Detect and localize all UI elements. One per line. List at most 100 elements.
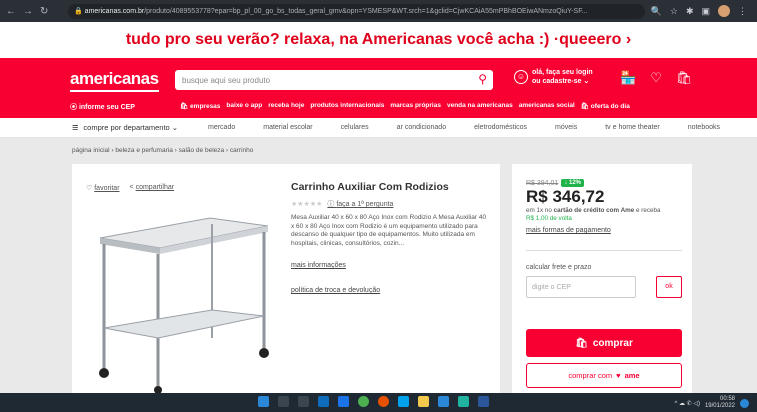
header-links: 🛍 empresas baixe o app receba hoje produ… — [180, 102, 630, 110]
star-icon[interactable]: ☆ — [670, 6, 678, 17]
category-bar: ≡ compre por departamento ⌄ mercado mater… — [0, 118, 757, 138]
avatar[interactable] — [718, 5, 730, 17]
cat-item[interactable]: móveis — [555, 124, 577, 131]
extension-icon[interactable]: ✱ — [686, 6, 694, 17]
link-social[interactable]: americanas social — [519, 102, 575, 110]
cond-text2: e receba — [634, 207, 661, 214]
rating: ★★★★★ ⓘ faça a 1ª pergunta — [291, 199, 393, 209]
ame-brand: ame — [624, 371, 640, 380]
search-placeholder: busque aqui seu produto — [182, 75, 271, 85]
browser-nav: ← → ↻ — [0, 6, 68, 17]
buy-button[interactable]: 🛍 comprar — [526, 329, 682, 357]
notification-icon[interactable] — [740, 398, 749, 408]
cep-ok-button[interactable]: ok — [656, 276, 682, 298]
app-icon[interactable] — [338, 396, 349, 407]
more-info-link[interactable]: mais informações — [291, 262, 346, 269]
star-icon: ★★★★★ — [291, 201, 323, 208]
clock[interactable]: 00:58 19/01/2022 — [705, 396, 735, 410]
product-title: Carrinho Auxiliar Com Rodizios — [291, 181, 449, 193]
time: 00:58 — [719, 396, 735, 402]
cat-item[interactable]: eletrodomésticos — [474, 124, 527, 131]
cashback: R$ 1,00 de volta — [526, 214, 572, 222]
heart-icon: ♥ — [616, 371, 621, 380]
forward-icon[interactable]: → — [23, 6, 33, 17]
system-tray: ^ ☁ ✆ ◁) 00:58 19/01/2022 — [675, 396, 749, 410]
search-input[interactable]: busque aqui seu produto ⚲ — [175, 70, 493, 90]
breadcrumb[interactable]: página inicial › beleza e perfumaria › s… — [72, 147, 253, 154]
store-icon[interactable]: 🏪 — [620, 70, 636, 86]
cat-item[interactable]: notebooks — [688, 124, 720, 131]
tray-icons[interactable]: ^ ☁ ✆ ◁) — [675, 400, 700, 407]
product-image[interactable] — [90, 198, 280, 394]
link-internacionais[interactable]: produtos internacionais — [310, 102, 384, 110]
login-line1: olá, faça seu login — [532, 69, 593, 76]
promo-link[interactable]: queeero › — [559, 31, 631, 49]
app-icon[interactable] — [478, 396, 489, 407]
folder-icon[interactable] — [418, 396, 429, 407]
header-icons: 🏪 ♡ 🛍 — [620, 70, 692, 86]
cat-item[interactable]: ar condicionado — [397, 124, 446, 131]
chrome-icon[interactable] — [358, 396, 369, 407]
app-icon[interactable] — [398, 396, 409, 407]
department-menu[interactable]: ≡ compre por departamento ⌄ — [72, 121, 179, 134]
zoom-icon[interactable]: 🔍 — [651, 6, 662, 17]
cat-item[interactable]: tv e home theater — [605, 124, 659, 131]
address-bar[interactable]: 🔒 americanas.com.br/produto/4089553778?e… — [68, 3, 645, 19]
cat-item[interactable]: material escolar — [263, 124, 312, 131]
cep-link[interactable]: ⦿ informe seu CEP — [70, 102, 135, 112]
promo-banner[interactable]: tudo pro seu verão? relaxa, na Americana… — [0, 22, 757, 58]
more-icon[interactable]: ⋮ — [738, 6, 747, 17]
login-link[interactable]: ☺ olá, faça seu login ou cadastre-se ⌄ — [514, 68, 593, 86]
app-icon[interactable] — [378, 396, 389, 407]
promo-text: tudo pro seu verão? relaxa, na Americana… — [125, 31, 560, 48]
taskview-icon[interactable] — [298, 396, 309, 407]
link-app[interactable]: baixe o app — [226, 102, 262, 110]
cart-icon: 🛍 — [575, 337, 588, 349]
taskbar-apps — [258, 396, 489, 407]
question-label: faça a 1ª pergunta — [336, 201, 394, 208]
payment-options-link[interactable]: mais formas de pagamento — [526, 227, 611, 234]
discount-badge: ↓ 12% — [561, 179, 584, 187]
cond-bold: cartão de crédito com Ame — [553, 207, 635, 214]
department-label: compre por departamento ⌄ — [83, 123, 179, 132]
favorite-button[interactable]: ♡ favoritar — [86, 184, 120, 192]
share-label: compartilhar — [135, 184, 175, 191]
app-icon[interactable] — [458, 396, 469, 407]
price: R$ 346,72 — [526, 187, 605, 206]
buy-with-ame-button[interactable]: comprar com ♥ ame — [526, 363, 682, 388]
search-icon[interactable] — [278, 396, 289, 407]
link-marcas[interactable]: marcas próprias — [390, 102, 441, 110]
basket-icon[interactable]: 🛍 — [676, 70, 693, 86]
site-header: americanas busque aqui seu produto ⚲ ☺ o… — [60, 58, 700, 118]
back-icon[interactable]: ← — [6, 6, 16, 17]
heart-icon[interactable]: ♡ — [650, 70, 662, 86]
payment-conditions: em 1x no cartão de crédito com Ame e rec… — [526, 207, 686, 222]
link-venda[interactable]: venda na americanas — [447, 102, 513, 110]
hamburger-icon: ≡ — [72, 121, 79, 134]
link-receba-hoje[interactable]: receba hoje — [268, 102, 304, 110]
product-actions: ♡ favoritar < compartilhar — [86, 184, 174, 192]
return-policy-link[interactable]: política de troca e devolução — [291, 287, 380, 294]
divider — [526, 250, 682, 251]
url-path: /produto/4089553778?epar=bp_pl_00_go_bs_… — [144, 7, 588, 15]
menu-icon[interactable]: ▣ — [701, 6, 710, 17]
cep-input[interactable]: digite o CEP — [526, 276, 636, 298]
category-list: mercado material escolar celulares ar co… — [208, 124, 748, 131]
user-icon: ☺ — [514, 70, 528, 84]
app-icon[interactable] — [438, 396, 449, 407]
reload-icon[interactable]: ↻ — [40, 6, 48, 17]
browser-actions: 🔍 ☆ ✱ ▣ ⋮ — [651, 5, 757, 17]
windows-icon[interactable] — [258, 396, 269, 407]
link-oferta[interactable]: 🛍 oferta do dia — [581, 102, 630, 110]
link-empresas[interactable]: 🛍 empresas — [180, 102, 220, 110]
cat-item[interactable]: celulares — [341, 124, 369, 131]
buy-box: R$ 394,01 ↓ 12% R$ 346,72 em 1x no cartão… — [512, 164, 692, 394]
search-icon[interactable]: ⚲ — [478, 72, 487, 86]
question-link[interactable]: ⓘ faça a 1ª pergunta — [327, 199, 393, 209]
cond-text1: em 1x no — [526, 207, 554, 214]
cat-item[interactable]: mercado — [208, 124, 235, 131]
share-button[interactable]: < compartilhar — [130, 184, 175, 192]
browser-toolbar: ← → ↻ 🔒 americanas.com.br/produto/408955… — [0, 0, 757, 22]
logo[interactable]: americanas — [70, 69, 159, 92]
app-icon[interactable] — [318, 396, 329, 407]
